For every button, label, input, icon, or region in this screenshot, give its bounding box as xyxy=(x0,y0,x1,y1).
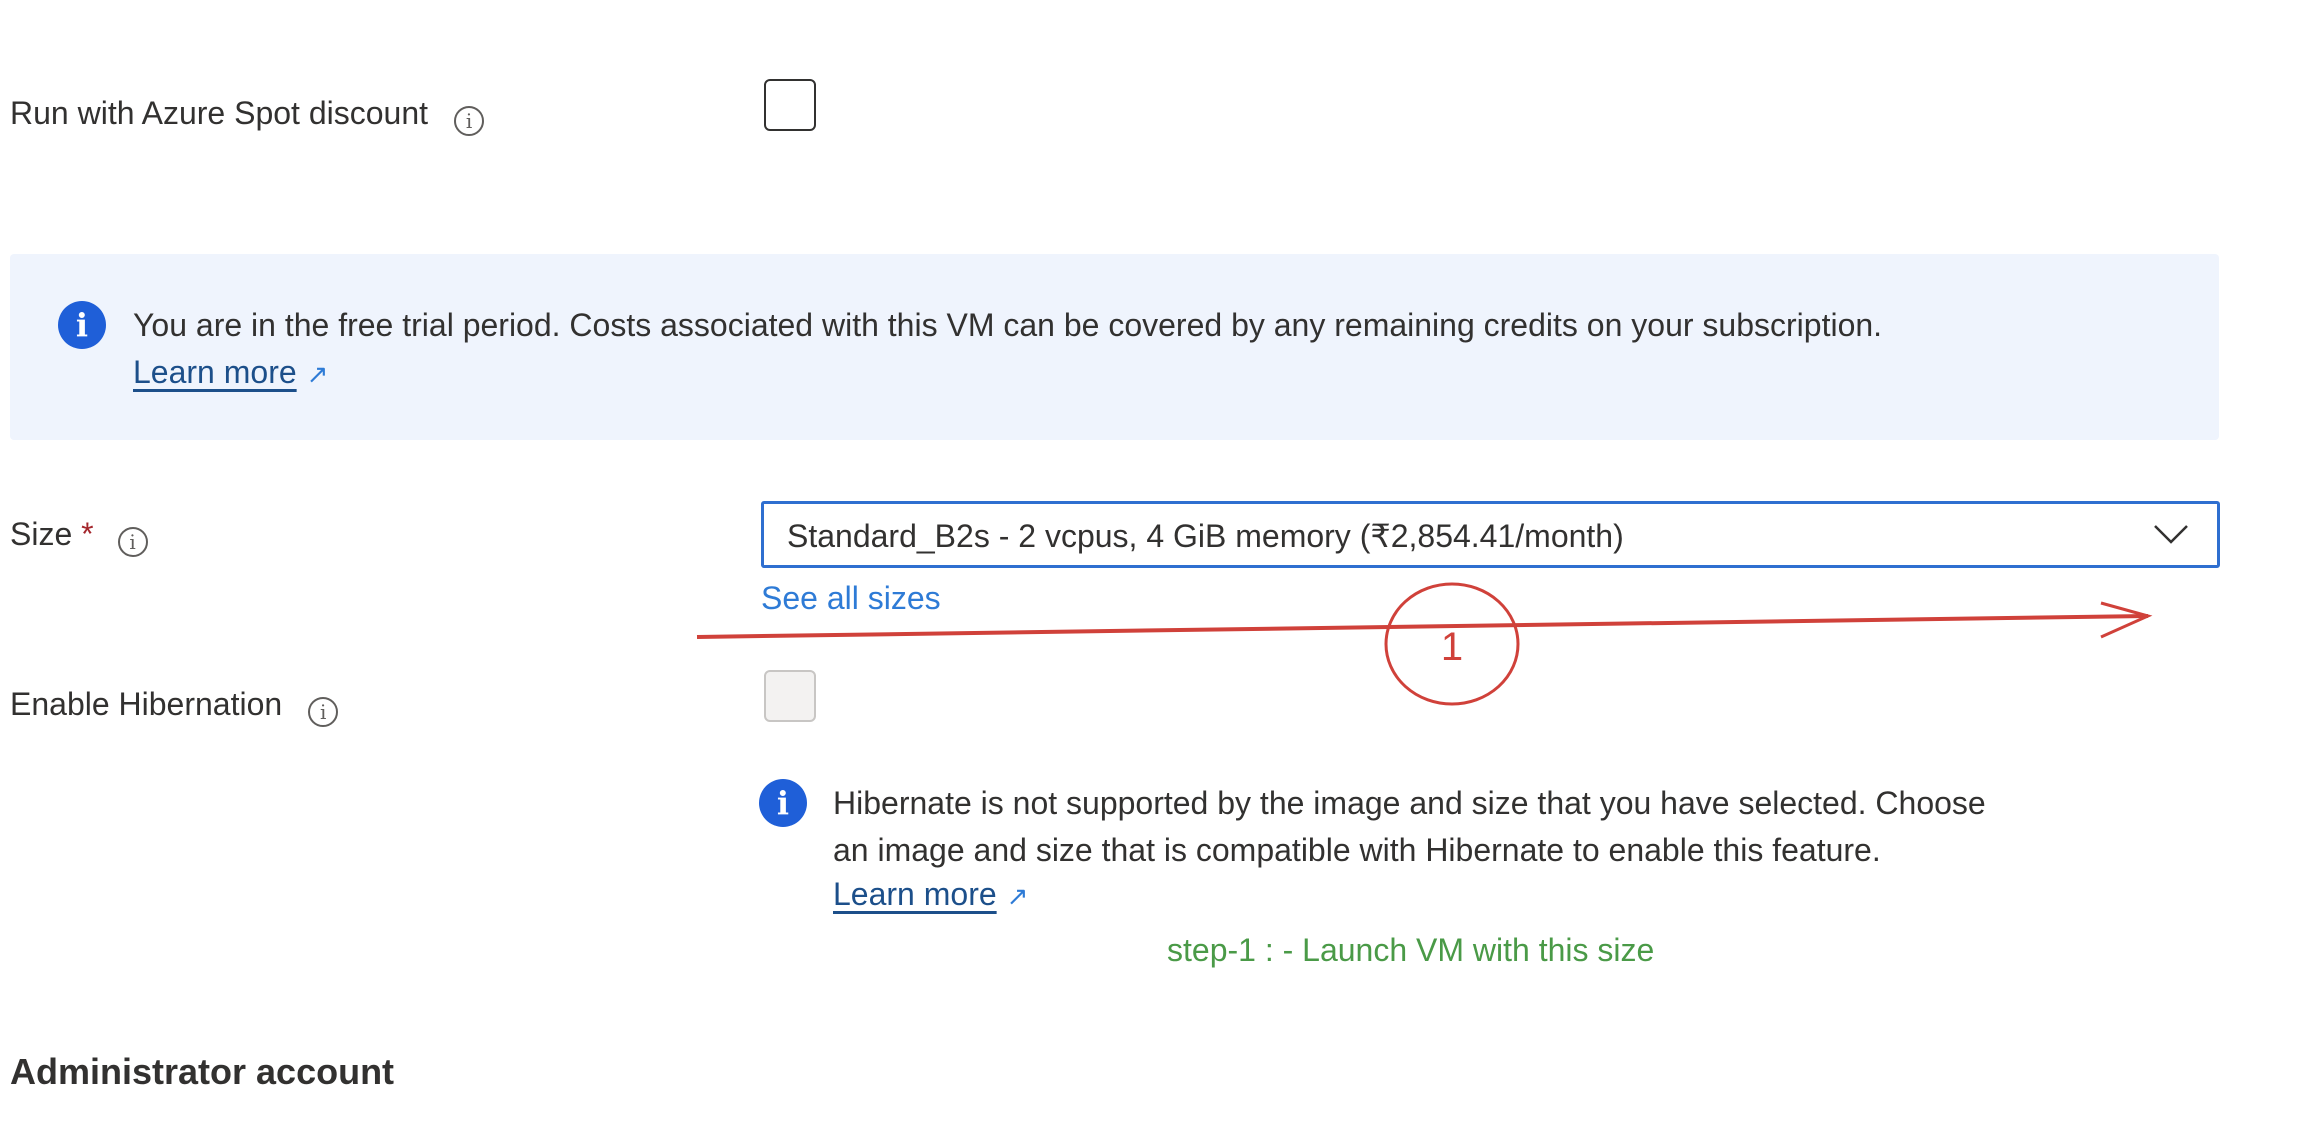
administrator-account-heading: Administrator account xyxy=(10,1051,395,1085)
annotation-arrow-line xyxy=(696,614,2149,639)
administrator-account-heading-wrap: Administrator account xyxy=(10,1050,394,1085)
annotation-marker: 1 xyxy=(1441,625,1463,669)
annotation-overlay: 1 xyxy=(696,582,2153,706)
annotation-arrowhead xyxy=(2100,601,2153,639)
